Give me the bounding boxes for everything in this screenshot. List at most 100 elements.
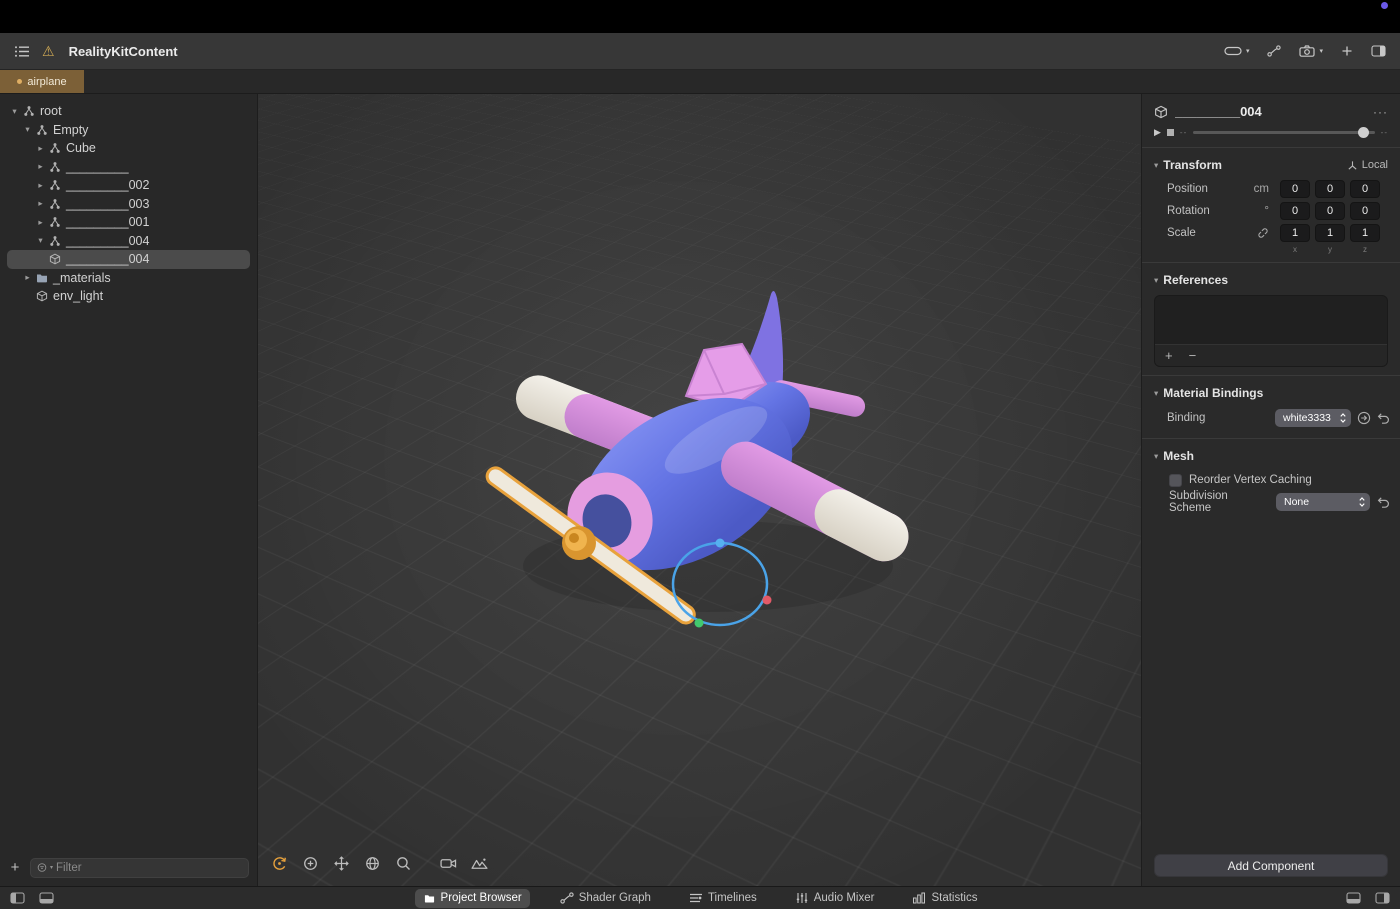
bottom-left-toggles [10, 892, 54, 904]
capsule-icon [1224, 45, 1242, 57]
play-icon[interactable]: ▶ [1154, 127, 1161, 138]
jump-to-material-button[interactable] [1357, 411, 1371, 425]
space-toggle-button[interactable]: Local [1347, 159, 1388, 171]
tree-item-cube[interactable]: ▸ Cube [0, 139, 257, 158]
orbit-tool-icon[interactable] [268, 852, 290, 874]
left-panel-toggle-icon[interactable] [10, 892, 25, 904]
scale-link-icon[interactable] [1243, 227, 1269, 239]
popup-chevrons-icon [1358, 496, 1366, 508]
camera-button[interactable]: ▾ [1299, 45, 1323, 57]
zoom-fit-tool-icon[interactable] [299, 852, 321, 874]
chevron-right-icon[interactable]: ▸ [34, 198, 47, 209]
modified-dot-icon [17, 79, 23, 84]
entity-icon [34, 124, 49, 136]
main-area: ▾ root ▾ Empty ▸ Cube ▸ _________ ▸ ____… [0, 94, 1400, 886]
tree-item-env-light[interactable]: env_light [0, 287, 257, 306]
node-graph-icon [560, 892, 574, 904]
remove-reference-button[interactable]: − [1189, 348, 1197, 363]
tree-item-002[interactable]: ▸ _________002 [0, 176, 257, 195]
bar-chart-icon [912, 892, 926, 904]
axes-icon [1347, 160, 1358, 171]
add-entity-button[interactable]: + [8, 859, 22, 876]
reset-binding-button[interactable] [1377, 412, 1390, 424]
filter-field[interactable]: ▾ [30, 857, 249, 878]
tree-item-001[interactable]: ▸ _________001 [0, 213, 257, 232]
tab-audio-mixer[interactable]: Audio Mixer [787, 889, 883, 908]
node-graph-button[interactable] [1267, 45, 1281, 57]
pan-tool-icon[interactable] [330, 852, 352, 874]
bottom-panel-toggle-icon[interactable] [39, 892, 54, 904]
add-component-button[interactable]: Add Component [1154, 854, 1388, 877]
chevron-down-icon[interactable]: ▾ [1154, 160, 1158, 171]
chevron-right-icon[interactable]: ▸ [34, 143, 47, 154]
airplane-model[interactable] [258, 94, 1141, 886]
tab-statistics[interactable]: Statistics [904, 889, 985, 908]
tree-item-003[interactable]: ▸ _________003 [0, 195, 257, 214]
rotation-row: Rotation ° 0 0 0 [1142, 200, 1400, 222]
screen-recording-indicator [1381, 2, 1388, 9]
chevron-down-icon[interactable]: ▾ [1154, 388, 1158, 399]
add-reference-button[interactable]: + [1165, 348, 1173, 363]
chevron-right-icon[interactable]: ▸ [34, 161, 47, 172]
tab-airplane[interactable]: airplane [0, 70, 84, 93]
filter-input[interactable] [56, 861, 242, 874]
animation-playback-row: ▶ -- -- [1142, 123, 1400, 147]
tree-item-label: _________004 [66, 233, 150, 248]
tab-shader-graph[interactable]: Shader Graph [552, 889, 659, 908]
environment-icon[interactable] [468, 852, 490, 874]
rotation-z-field[interactable]: 0 [1350, 202, 1380, 220]
scale-x-field[interactable]: 1 [1280, 224, 1310, 242]
reorder-vertex-caching-checkbox[interactable] [1169, 473, 1182, 487]
subdivision-scheme-popup[interactable]: None [1276, 493, 1370, 511]
tab-project-browser[interactable]: Project Browser [414, 888, 530, 908]
right-panel-toggle-icon[interactable] [1375, 892, 1390, 904]
camera-view-icon[interactable] [437, 852, 459, 874]
scale-axes-labels: x y z [1293, 245, 1367, 254]
chevron-down-icon[interactable]: ▾ [21, 124, 34, 135]
scene-list-button[interactable] [14, 45, 30, 58]
chevron-down-icon[interactable]: ▾ [34, 235, 47, 246]
references-list: + − [1154, 295, 1388, 367]
chevron-right-icon[interactable]: ▸ [21, 272, 34, 283]
references-empty-list[interactable] [1155, 296, 1387, 344]
position-y-field[interactable]: 0 [1315, 180, 1345, 198]
chevron-down-icon[interactable]: ▾ [8, 106, 21, 117]
preview-device-button[interactable]: ▾ [1224, 45, 1249, 57]
secondary-panel-toggle-icon[interactable] [1346, 892, 1361, 904]
tab-timelines[interactable]: Timelines [681, 889, 765, 908]
rotation-x-field[interactable]: 0 [1280, 202, 1310, 220]
magnify-tool-icon[interactable] [392, 852, 414, 874]
inspector-toggle-button[interactable] [1371, 45, 1386, 57]
tree-item-empty[interactable]: ▾ Empty [0, 121, 257, 140]
tree-item-004[interactable]: ▾ _________004 [0, 232, 257, 251]
tree-item-root[interactable]: ▾ root [0, 102, 257, 121]
scale-z-field[interactable]: 1 [1350, 224, 1380, 242]
slider-thumb[interactable] [1357, 127, 1369, 138]
more-options-button[interactable]: ··· [1373, 105, 1388, 119]
chevron-down-icon[interactable]: ▾ [1154, 275, 1158, 286]
tree-item-004-mesh-selected[interactable]: _________004 [7, 250, 250, 269]
position-x-field[interactable]: 0 [1280, 180, 1310, 198]
rotation-y-field[interactable]: 0 [1315, 202, 1345, 220]
camera-icon [1299, 45, 1315, 57]
folder-icon [34, 272, 49, 284]
document-tab-bar: airplane [0, 70, 1400, 94]
viewport-3d[interactable] [258, 94, 1141, 886]
time-current: -- [1179, 128, 1188, 137]
scale-y-field[interactable]: 1 [1315, 224, 1345, 242]
stop-icon[interactable] [1166, 129, 1174, 136]
playback-slider[interactable] [1193, 127, 1375, 138]
tree-item[interactable]: ▸ _________ [0, 158, 257, 177]
position-z-field[interactable]: 0 [1350, 180, 1380, 198]
chevron-right-icon[interactable]: ▸ [34, 180, 47, 191]
warning-icon[interactable]: ⚠ [42, 44, 55, 58]
tree-item-materials[interactable]: ▸ _materials [0, 269, 257, 288]
mesh-section: ▾ Mesh Reorder Vertex Caching Subdivisio… [1142, 438, 1400, 521]
chevron-down-icon[interactable]: ▾ [1154, 451, 1158, 462]
chevron-right-icon[interactable]: ▸ [34, 217, 47, 228]
binding-popup[interactable]: white3333 [1275, 409, 1351, 427]
cube-icon [34, 290, 49, 302]
reset-subdivision-button[interactable] [1377, 496, 1390, 508]
sphere-tool-icon[interactable] [361, 852, 383, 874]
add-button[interactable] [1341, 45, 1353, 57]
